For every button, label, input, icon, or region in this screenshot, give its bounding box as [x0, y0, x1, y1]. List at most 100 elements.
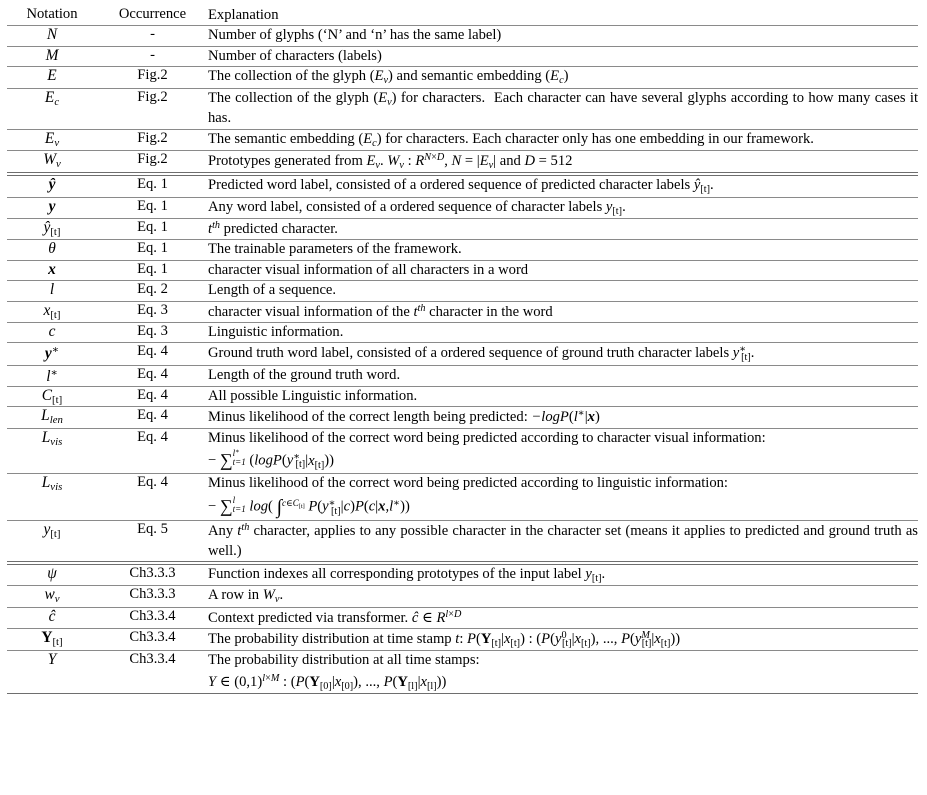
table-row: Lvis Eq. 4 Minus likelihood of the corre… [7, 472, 918, 521]
cell-explanation: tth predicted character. [208, 218, 918, 240]
table-row: y Eq. 1 Any word label, consisted of a o… [7, 196, 918, 219]
cell-notation: wv [7, 585, 97, 608]
cell-explanation: character visual information of all char… [208, 259, 918, 281]
cell-notation: Wv [7, 149, 97, 173]
cell-explanation: A row in Wv. [208, 585, 918, 608]
cell-notation: N [7, 25, 97, 47]
table-row: C[t] Eq. 4 All possible Linguistic infor… [7, 385, 918, 407]
cell-explanation: Length of the ground truth word. [208, 364, 918, 387]
cell-occurrence: Eq. 4 [97, 385, 208, 407]
column-header-notation: Notation [26, 6, 78, 22]
table-row: ψ Ch3.3.3 Function indexes all correspon… [7, 563, 918, 586]
cell-occurrence: Fig.2 [97, 66, 208, 89]
cell-explanation: Prototypes generated from Ev. Wv : RN×D,… [208, 149, 918, 173]
cell-occurrence: Eq. 4 [97, 427, 208, 474]
cell-explanation: The probability distribution at all time… [208, 650, 918, 694]
cell-explanation: Number of glyphs (‘N’ and ‘n’ has the sa… [208, 25, 918, 47]
cell-explanation: Minus likelihood of the correct word bei… [208, 427, 918, 474]
table-row: Wv Fig.2 Prototypes generated from Ev. W… [7, 149, 918, 173]
table-row: E Fig.2 The collection of the glyph (Ev)… [7, 66, 918, 89]
cell-notation: Y[t] [7, 628, 97, 651]
cell-explanation: The probability distribution at time sta… [208, 628, 918, 651]
cell-occurrence: Eq. 1 [97, 196, 208, 219]
cell-explanation: The semantic embedding (Ec) for characte… [208, 128, 918, 151]
column-header-explanation: Explanation [208, 7, 279, 23]
cell-notation: ŷ[t] [7, 218, 97, 240]
cell-occurrence: Fig.2 [97, 149, 208, 173]
cell-occurrence: - [97, 25, 208, 47]
cell-occurrence: Fig.2 [97, 87, 208, 129]
table-row: Ec Fig.2 The collection of the glyph (Ev… [7, 87, 918, 129]
table-row: ĉ Ch3.3.4 Context predicted via transfor… [7, 606, 918, 629]
cell-explanation: Ground truth word label, consisted of a … [208, 342, 918, 366]
cell-explanation: character visual information of the tth … [208, 300, 918, 323]
cell-explanation: The trainable parameters of the framewor… [208, 239, 918, 261]
cell-occurrence: Eq. 3 [97, 321, 208, 343]
cell-explanation: All possible Linguistic information. [208, 385, 918, 407]
cell-explanation: Any word label, consisted of a ordered s… [208, 196, 918, 219]
cell-notation: x [7, 259, 97, 281]
table-row: Lvis Eq. 4 Minus likelihood of the corre… [7, 427, 918, 474]
cell-explanation: Minus likelihood of the correct word bei… [208, 472, 918, 521]
table-header-row: Notation Occurrence Explanation [7, 6, 918, 26]
cell-occurrence: Fig.2 [97, 128, 208, 151]
cell-occurrence: Eq. 4 [97, 364, 208, 387]
table-bottom-rule [7, 693, 918, 695]
cell-notation: Lvis [7, 472, 97, 521]
cell-explanation: Predicted word label, consisted of a ord… [208, 175, 918, 198]
cell-notation: Y [7, 650, 97, 694]
cell-notation: l∗ [7, 364, 97, 387]
cell-notation: l [7, 280, 97, 302]
cell-explanation: Length of a sequence. [208, 280, 918, 302]
cell-occurrence: Eq. 1 [97, 218, 208, 240]
table-row: θ Eq. 1 The trainable parameters of the … [7, 239, 918, 261]
cell-explanation: Number of characters (labels) [208, 45, 918, 67]
cell-occurrence: Ch3.3.4 [97, 650, 208, 694]
cell-explanation: Minus likelihood of the correct length b… [208, 406, 918, 429]
cell-explanation: The collection of the glyph (Ev) and sem… [208, 66, 918, 89]
cell-occurrence: Ch3.3.3 [97, 585, 208, 608]
cell-occurrence: Ch3.3.4 [97, 628, 208, 651]
cell-occurrence: Eq. 4 [97, 342, 208, 366]
cell-notation: Llen [7, 406, 97, 429]
cell-notation: Ec [7, 87, 97, 129]
cell-occurrence: Eq. 1 [97, 259, 208, 281]
table-row: l∗ Eq. 4 Length of the ground truth word… [7, 364, 918, 387]
cell-occurrence: Eq. 1 [97, 239, 208, 261]
cell-explanation: Any tth character, applies to any possib… [208, 520, 918, 562]
table-row: Y Ch3.3.4 The probability distribution a… [7, 650, 918, 694]
cell-explanation: Linguistic information. [208, 321, 918, 343]
cell-occurrence: Ch3.3.3 [97, 563, 208, 586]
table-row: c Eq. 3 Linguistic information. [7, 321, 918, 343]
cell-explanation: The collection of the glyph (Ev) for cha… [208, 87, 918, 129]
cell-occurrence: Eq. 4 [97, 406, 208, 429]
cell-notation: y[t] [7, 520, 97, 562]
cell-explanation: Function indexes all corresponding proto… [208, 563, 918, 586]
table-row: Y[t] Ch3.3.4 The probability distributio… [7, 628, 918, 651]
cell-occurrence: Eq. 5 [97, 520, 208, 562]
cell-notation: c [7, 321, 97, 343]
cell-occurrence: Eq. 1 [97, 175, 208, 198]
cell-occurrence: Eq. 4 [97, 472, 208, 521]
notation-table-container: Notation Occurrence Explanation N - Numb… [7, 6, 918, 695]
table-row: y∗ Eq. 4 Ground truth word label, consis… [7, 342, 918, 366]
cell-notation: M [7, 45, 97, 67]
table-row: wv Ch3.3.3 A row in Wv. [7, 585, 918, 608]
cell-notation: Lvis [7, 427, 97, 474]
notation-table: Notation Occurrence Explanation N - Numb… [7, 6, 918, 695]
cell-notation: x[t] [7, 300, 97, 323]
cell-explanation: Context predicted via transformer. ĉ ∈ R… [208, 606, 918, 629]
table-row: x[t] Eq. 3 character visual information … [7, 300, 918, 323]
cell-notation: ĉ [7, 606, 97, 629]
cell-occurrence: Eq. 2 [97, 280, 208, 302]
cell-notation: ŷ [7, 175, 97, 198]
table-row: x Eq. 1 character visual information of … [7, 259, 918, 281]
cell-notation: y∗ [7, 342, 97, 366]
table-row: ŷ Eq. 1 Predicted word label, consisted … [7, 175, 918, 198]
cell-notation: E [7, 66, 97, 89]
cell-notation: C[t] [7, 385, 97, 407]
cell-notation: Ev [7, 128, 97, 151]
table-row: y[t] Eq. 5 Any tth character, applies to… [7, 520, 918, 562]
table-row: l Eq. 2 Length of a sequence. [7, 280, 918, 302]
table-row: Ev Fig.2 The semantic embedding (Ec) for… [7, 128, 918, 151]
